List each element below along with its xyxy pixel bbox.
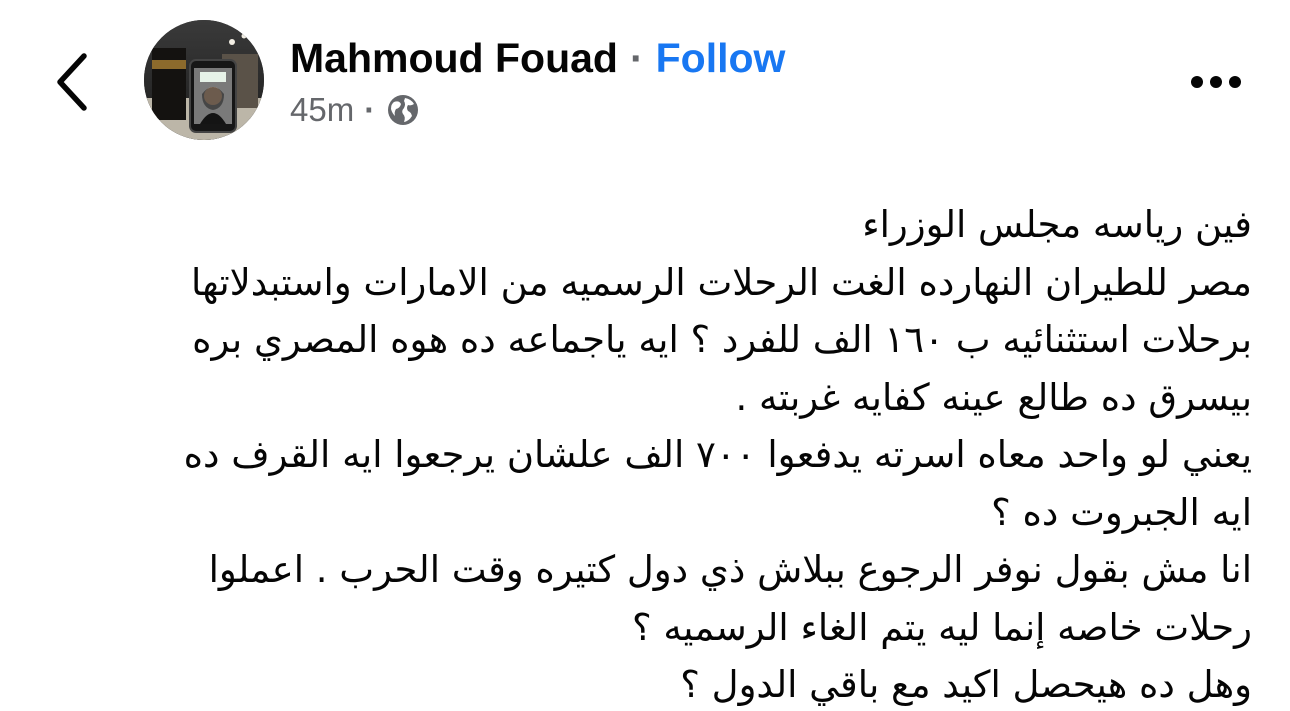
post-text-line: برحلات استثنائيه ب ١٦٠ الف للفرد ؟ ايه ي…	[192, 318, 1252, 361]
post-header: Mahmoud Fouad · Follow	[290, 30, 785, 86]
meta-separator-dot: ·	[364, 91, 376, 128]
post-timestamp[interactable]: 45m	[290, 91, 354, 129]
author-name[interactable]: Mahmoud Fouad	[290, 35, 618, 82]
post-meta: 45m ·	[290, 88, 421, 132]
chevron-left-icon	[57, 53, 87, 111]
author-avatar[interactable]	[144, 20, 264, 140]
avatar-photo	[144, 20, 264, 140]
post-text-line: وهل ده هيحصل اكيد مع باقي الدول ؟	[680, 663, 1252, 706]
separator-dot: ·	[629, 34, 644, 81]
post-text-line: رحلات خاصه إنما ليه يتم الغاء الرسميه ؟	[631, 605, 1252, 649]
post-text: فين رياسه مجلس الوزراء مصر للطيران النها…	[72, 196, 1252, 711]
more-horizontal-icon-dot	[1191, 76, 1203, 88]
more-options-button[interactable]	[1180, 56, 1252, 108]
globe-icon[interactable]	[385, 92, 421, 128]
post-text-line: فين رياسه مجلس الوزراء	[862, 203, 1252, 246]
post-text-line: يعني لو واحد معاه اسرته يدفعوا ٧٠٠ الف ع…	[183, 433, 1252, 476]
post-text-line: بيسرق ده طالع عينه كفايه غربته .	[735, 375, 1252, 419]
follow-button[interactable]: Follow	[656, 35, 786, 82]
more-horizontal-icon-dot	[1210, 76, 1222, 88]
back-button[interactable]	[44, 46, 100, 118]
post-text-line: انا مش بقول نوفر الرجوع ببلاش ذي دول كتي…	[208, 548, 1252, 591]
more-horizontal-icon-dot	[1229, 76, 1241, 88]
post-text-line: ايه الجبروت ده ؟	[991, 490, 1252, 534]
post-text-line: مصر للطيران النهارده الغت الرحلات الرسمي…	[190, 260, 1252, 304]
